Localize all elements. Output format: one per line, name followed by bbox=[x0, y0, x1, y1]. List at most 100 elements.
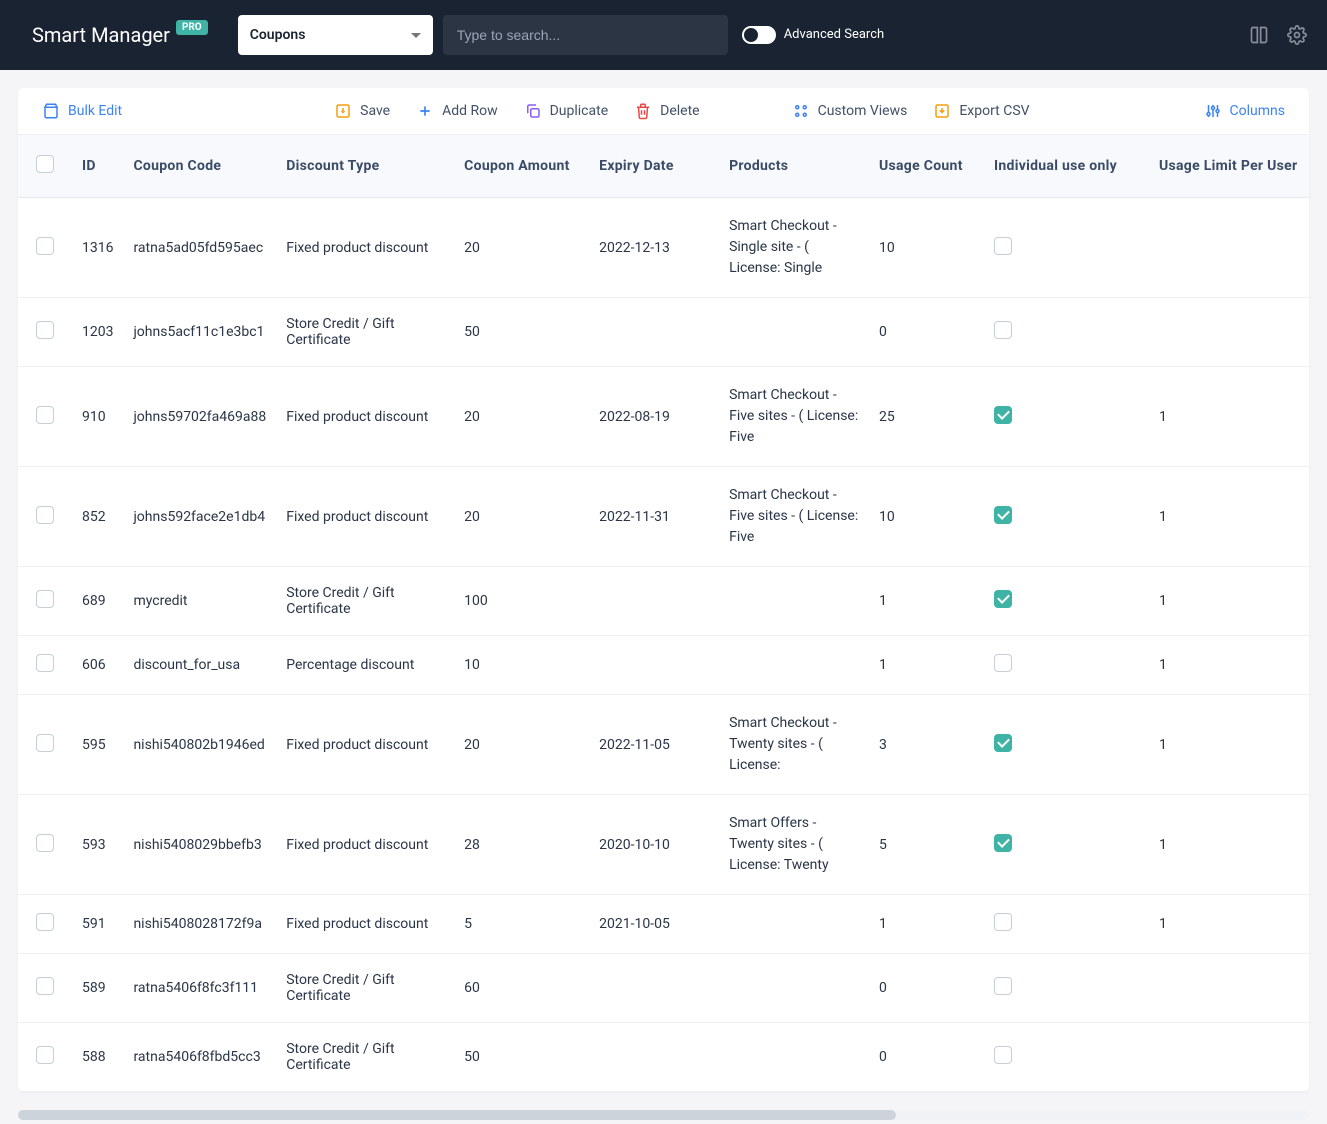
cell-usage-count[interactable]: 0 bbox=[869, 298, 984, 367]
cell-discount-type[interactable]: Store Credit / Gift Certificate bbox=[276, 567, 454, 636]
cell-discount-type[interactable]: Fixed product discount bbox=[276, 467, 454, 567]
cell-products[interactable]: Smart Offers - Twenty sites - ( License:… bbox=[719, 795, 869, 895]
cell-usage-limit[interactable]: 1 bbox=[1149, 695, 1309, 795]
col-products[interactable]: Products bbox=[719, 135, 869, 198]
row-checkbox[interactable] bbox=[36, 506, 54, 524]
cell-discount-type[interactable]: Store Credit / Gift Certificate bbox=[276, 954, 454, 1023]
cell-coupon-amount[interactable]: 28 bbox=[454, 795, 589, 895]
add-row-button[interactable]: Add Row bbox=[416, 102, 498, 120]
settings-icon[interactable] bbox=[1287, 25, 1307, 45]
save-button[interactable]: Save bbox=[334, 102, 390, 120]
cell-id[interactable]: 591 bbox=[72, 895, 123, 954]
cell-products[interactable] bbox=[719, 567, 869, 636]
col-id[interactable]: ID bbox=[72, 135, 123, 198]
cell-usage-count[interactable]: 10 bbox=[869, 198, 984, 298]
table-row[interactable]: 606discount_for_usaPercentage discount10… bbox=[18, 636, 1309, 695]
cell-usage-count[interactable]: 0 bbox=[869, 1023, 984, 1092]
docs-icon[interactable] bbox=[1249, 25, 1269, 45]
cell-discount-type[interactable]: Store Credit / Gift Certificate bbox=[276, 1023, 454, 1092]
cell-individual-use[interactable] bbox=[984, 298, 1149, 367]
table-row[interactable]: 852johns592face2e1db4Fixed product disco… bbox=[18, 467, 1309, 567]
individual-use-checkbox[interactable] bbox=[994, 506, 1012, 524]
cell-products[interactable]: Smart Checkout - Single site - ( License… bbox=[719, 198, 869, 298]
row-checkbox[interactable] bbox=[36, 654, 54, 672]
dashboard-dropdown[interactable]: Coupons bbox=[238, 15, 433, 55]
cell-id[interactable]: 689 bbox=[72, 567, 123, 636]
row-checkbox[interactable] bbox=[36, 977, 54, 995]
table-row[interactable]: 1316ratna5ad05fd595aecFixed product disc… bbox=[18, 198, 1309, 298]
row-checkbox[interactable] bbox=[36, 406, 54, 424]
cell-coupon-amount[interactable]: 50 bbox=[454, 298, 589, 367]
cell-coupon-amount[interactable]: 50 bbox=[454, 1023, 589, 1092]
cell-expiry-date[interactable]: 2021-10-05 bbox=[589, 895, 719, 954]
individual-use-checkbox[interactable] bbox=[994, 977, 1012, 995]
individual-use-checkbox[interactable] bbox=[994, 406, 1012, 424]
cell-individual-use[interactable] bbox=[984, 695, 1149, 795]
cell-id[interactable]: 589 bbox=[72, 954, 123, 1023]
cell-usage-count[interactable]: 1 bbox=[869, 567, 984, 636]
cell-usage-limit[interactable] bbox=[1149, 954, 1309, 1023]
cell-expiry-date[interactable]: 2022-08-19 bbox=[589, 367, 719, 467]
cell-usage-count[interactable]: 1 bbox=[869, 636, 984, 695]
cell-usage-count[interactable]: 10 bbox=[869, 467, 984, 567]
col-expiry-date[interactable]: Expiry Date bbox=[589, 135, 719, 198]
export-csv-button[interactable]: Export CSV bbox=[933, 102, 1029, 120]
cell-id[interactable]: 910 bbox=[72, 367, 123, 467]
custom-views-button[interactable]: Custom Views bbox=[792, 102, 908, 120]
cell-products[interactable]: Smart Checkout - Five sites - ( License:… bbox=[719, 467, 869, 567]
cell-expiry-date[interactable]: 2022-11-05 bbox=[589, 695, 719, 795]
cell-usage-count[interactable]: 0 bbox=[869, 954, 984, 1023]
individual-use-checkbox[interactable] bbox=[994, 913, 1012, 931]
duplicate-button[interactable]: Duplicate bbox=[524, 102, 609, 120]
cell-usage-limit[interactable]: 1 bbox=[1149, 895, 1309, 954]
horizontal-scrollbar[interactable] bbox=[18, 1110, 1309, 1120]
cell-id[interactable]: 595 bbox=[72, 695, 123, 795]
cell-discount-type[interactable]: Fixed product discount bbox=[276, 198, 454, 298]
cell-usage-limit[interactable] bbox=[1149, 1023, 1309, 1092]
cell-coupon-amount[interactable]: 20 bbox=[454, 695, 589, 795]
select-all-checkbox[interactable] bbox=[36, 155, 54, 173]
table-row[interactable]: 589ratna5406f8fc3f111Store Credit / Gift… bbox=[18, 954, 1309, 1023]
row-checkbox[interactable] bbox=[36, 834, 54, 852]
cell-expiry-date[interactable]: 2022-11-31 bbox=[589, 467, 719, 567]
individual-use-checkbox[interactable] bbox=[994, 1046, 1012, 1064]
cell-coupon-amount[interactable]: 10 bbox=[454, 636, 589, 695]
cell-coupon-amount[interactable]: 60 bbox=[454, 954, 589, 1023]
bulk-edit-button[interactable]: Bulk Edit bbox=[42, 102, 122, 120]
cell-id[interactable]: 1316 bbox=[72, 198, 123, 298]
cell-usage-limit[interactable] bbox=[1149, 198, 1309, 298]
cell-usage-count[interactable]: 3 bbox=[869, 695, 984, 795]
cell-id[interactable]: 606 bbox=[72, 636, 123, 695]
cell-id[interactable]: 593 bbox=[72, 795, 123, 895]
row-checkbox[interactable] bbox=[36, 1046, 54, 1064]
cell-coupon-code[interactable]: johns5acf11c1e3bc1 bbox=[123, 298, 276, 367]
cell-coupon-code[interactable]: johns59702fa469a88 bbox=[123, 367, 276, 467]
cell-usage-limit[interactable]: 1 bbox=[1149, 795, 1309, 895]
cell-expiry-date[interactable] bbox=[589, 298, 719, 367]
cell-products[interactable] bbox=[719, 1023, 869, 1092]
cell-individual-use[interactable] bbox=[984, 954, 1149, 1023]
cell-products[interactable] bbox=[719, 895, 869, 954]
cell-individual-use[interactable] bbox=[984, 467, 1149, 567]
cell-individual-use[interactable] bbox=[984, 198, 1149, 298]
table-row[interactable]: 588ratna5406f8fbd5cc3Store Credit / Gift… bbox=[18, 1023, 1309, 1092]
individual-use-checkbox[interactable] bbox=[994, 590, 1012, 608]
individual-use-checkbox[interactable] bbox=[994, 834, 1012, 852]
cell-coupon-code[interactable]: discount_for_usa bbox=[123, 636, 276, 695]
cell-individual-use[interactable] bbox=[984, 1023, 1149, 1092]
cell-discount-type[interactable]: Store Credit / Gift Certificate bbox=[276, 298, 454, 367]
cell-expiry-date[interactable] bbox=[589, 954, 719, 1023]
cell-coupon-code[interactable]: ratna5ad05fd595aec bbox=[123, 198, 276, 298]
cell-coupon-code[interactable]: nishi540802b1946ed bbox=[123, 695, 276, 795]
cell-individual-use[interactable] bbox=[984, 795, 1149, 895]
row-checkbox[interactable] bbox=[36, 913, 54, 931]
individual-use-checkbox[interactable] bbox=[994, 321, 1012, 339]
cell-products[interactable]: Smart Checkout - Twenty sites - ( Licens… bbox=[719, 695, 869, 795]
cell-id[interactable]: 852 bbox=[72, 467, 123, 567]
cell-usage-limit[interactable]: 1 bbox=[1149, 567, 1309, 636]
cell-usage-limit[interactable]: 1 bbox=[1149, 636, 1309, 695]
cell-coupon-code[interactable]: ratna5406f8fbd5cc3 bbox=[123, 1023, 276, 1092]
cell-discount-type[interactable]: Fixed product discount bbox=[276, 795, 454, 895]
cell-id[interactable]: 588 bbox=[72, 1023, 123, 1092]
col-usage-count[interactable]: Usage Count bbox=[869, 135, 984, 198]
